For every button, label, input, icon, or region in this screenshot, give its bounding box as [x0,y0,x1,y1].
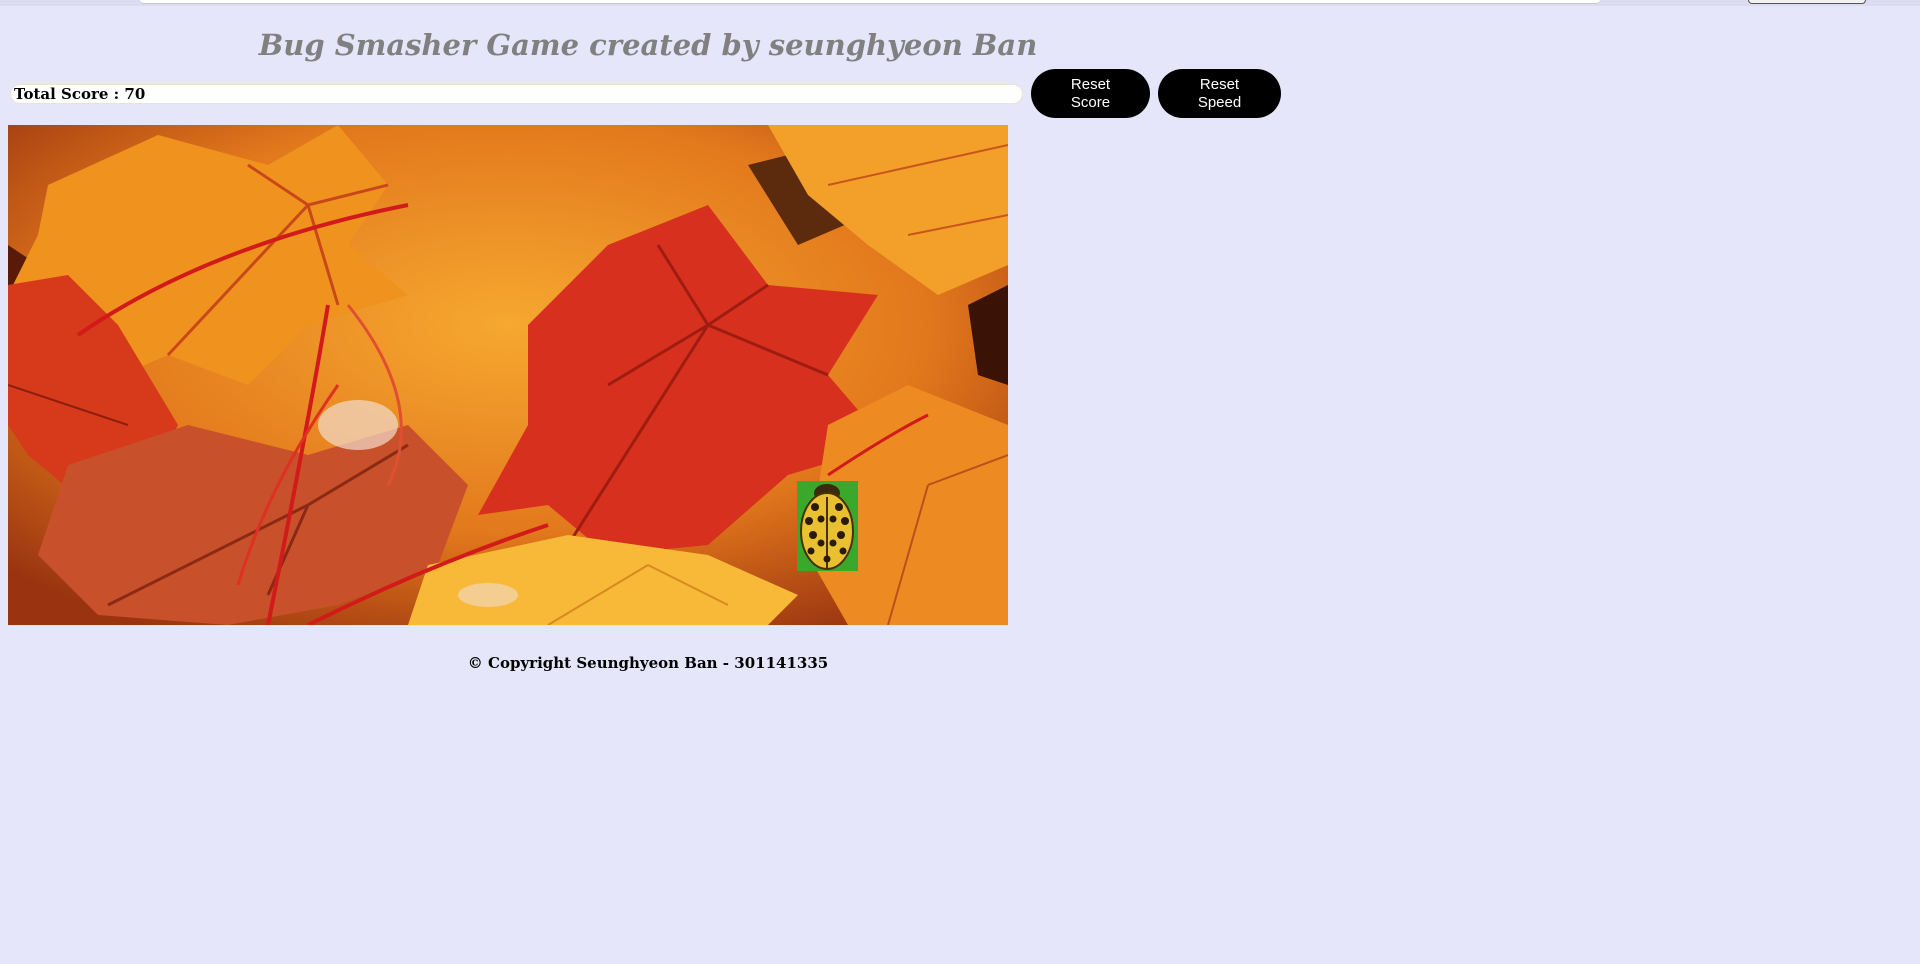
game-board[interactable] [8,125,1008,625]
address-bar-edge [140,0,1600,4]
browser-top-edge [0,0,1920,6]
autumn-leaves-background [8,125,1008,625]
score-label: Total Score : 70 [14,85,146,103]
toolbar-button-edge [1748,0,1866,4]
reset-score-button[interactable]: Reset Score [1031,69,1150,118]
page-title: Bug Smasher Game created by seunghyeon B… [258,28,1038,62]
copyright-footer: © Copyright Seunghyeon Ban - 301141335 [467,654,829,672]
ladybug-icon[interactable] [797,481,858,571]
score-display: Total Score : 70 [10,84,1023,104]
reset-speed-button[interactable]: Reset Speed [1158,69,1281,118]
